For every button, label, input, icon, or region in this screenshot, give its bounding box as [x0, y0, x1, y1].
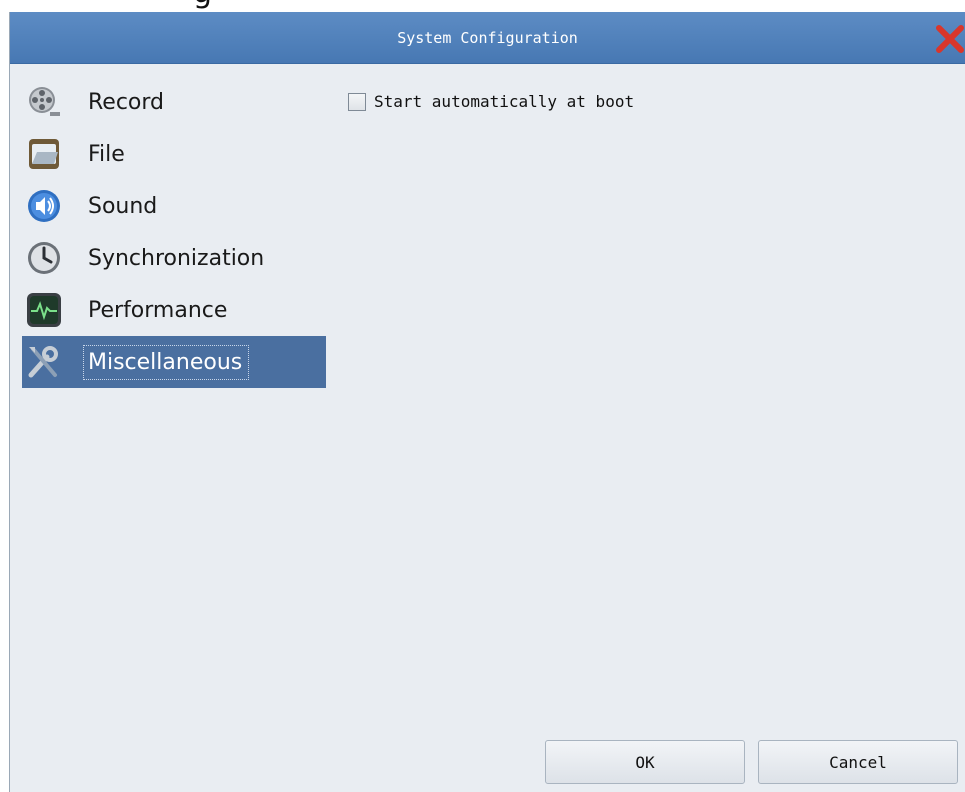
close-x-icon: [936, 25, 964, 53]
autostart-option[interactable]: Start automatically at boot: [348, 92, 634, 111]
system-configuration-dialog: System Configuration Record File Sound S…: [9, 12, 965, 792]
dialog-titlebar[interactable]: System Configuration: [10, 12, 965, 64]
cancel-button[interactable]: Cancel: [758, 740, 958, 784]
tools-icon: [24, 342, 64, 382]
sidebar-item-label: Sound: [88, 193, 158, 219]
clock-icon: [24, 238, 64, 278]
sidebar-item-label: Miscellaneous: [82, 344, 250, 380]
sidebar-item-miscellaneous[interactable]: Miscellaneous: [22, 336, 326, 388]
settings-panel: Start automatically at boot: [348, 92, 634, 111]
autostart-checkbox[interactable]: [348, 92, 366, 111]
dialog-title: System Configuration: [397, 29, 578, 47]
speaker-icon: [24, 186, 64, 226]
sidebar-item-sound[interactable]: Sound: [22, 180, 326, 232]
sidebar-item-record[interactable]: Record: [22, 76, 326, 128]
sidebar-item-label: Record: [88, 89, 165, 115]
category-sidebar: Record File Sound Synchronization Perfor…: [22, 76, 326, 436]
folder-icon: [24, 134, 64, 174]
sidebar-item-label: Synchronization: [88, 245, 265, 271]
pulse-monitor-icon: [24, 290, 64, 330]
ok-button[interactable]: OK: [545, 740, 745, 784]
sidebar-item-file[interactable]: File: [22, 128, 326, 180]
sidebar-item-label: File: [88, 141, 125, 167]
film-reel-icon: [24, 82, 64, 122]
sidebar-item-label: Performance: [88, 297, 228, 323]
sidebar-item-performance[interactable]: Performance: [22, 284, 326, 336]
background-window-title-fragment: g: [0, 0, 965, 12]
sidebar-item-synchronization[interactable]: Synchronization: [22, 232, 326, 284]
close-button[interactable]: [935, 22, 965, 54]
autostart-label: Start automatically at boot: [374, 92, 635, 111]
